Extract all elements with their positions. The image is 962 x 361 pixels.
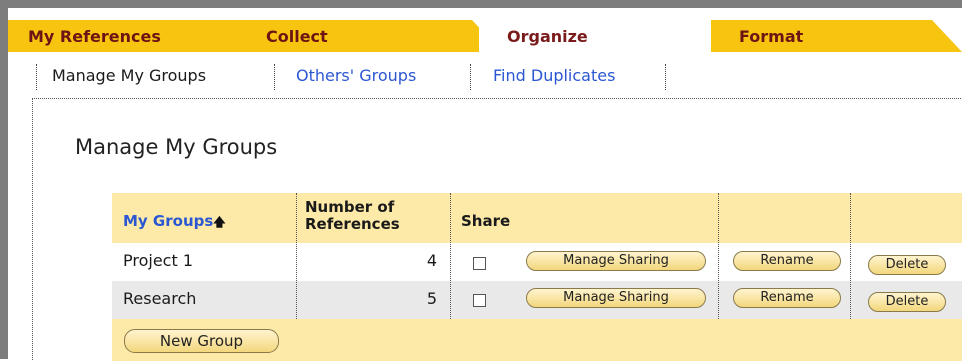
- page-title: Manage My Groups: [75, 135, 278, 159]
- my-groups-header-label: My Groups: [123, 212, 214, 230]
- window-frame-top: [0, 0, 962, 8]
- rename-button[interactable]: Rename: [733, 288, 841, 308]
- tab-organize[interactable]: Organize: [479, 20, 711, 52]
- share-checkbox[interactable]: [473, 257, 486, 270]
- tab-format-label: Format: [739, 27, 804, 46]
- number-of-references-header: Number of References: [305, 198, 400, 233]
- subnav-divider: [36, 64, 37, 90]
- sub-navigation: Manage My Groups Others' Groups Find Dup…: [0, 54, 962, 98]
- tab-organize-label: Organize: [507, 27, 588, 46]
- delete-button[interactable]: Delete: [868, 255, 946, 275]
- main-tab-bar: My References Collect Organize Format: [8, 8, 962, 52]
- group-name-cell: Project 1: [123, 251, 194, 270]
- tab-collect-label: Collect: [266, 27, 328, 46]
- arrow-up-icon: 🡅: [213, 215, 226, 229]
- content-panel: Manage My Groups My Groups🡅 Number of Re…: [32, 98, 962, 361]
- reference-count-cell: 4: [426, 251, 437, 270]
- reference-count-cell: 5: [426, 289, 437, 308]
- delete-button[interactable]: Delete: [868, 292, 946, 312]
- group-name-cell: Research: [123, 289, 197, 308]
- column-divider: [850, 193, 851, 319]
- column-divider: [450, 193, 451, 319]
- share-header: Share: [461, 212, 511, 230]
- subnav-others-groups[interactable]: Others' Groups: [286, 62, 426, 90]
- subnav-divider: [274, 64, 275, 90]
- share-checkbox[interactable]: [473, 294, 486, 307]
- subnav-divider: [470, 64, 471, 90]
- tab-my-references[interactable]: My References: [8, 20, 270, 52]
- manage-sharing-button[interactable]: Manage Sharing: [526, 251, 706, 271]
- new-group-button[interactable]: New Group: [124, 329, 279, 353]
- tab-format[interactable]: Format: [711, 20, 962, 52]
- subnav-find-duplicates[interactable]: Find Duplicates: [483, 62, 625, 90]
- sort-my-groups-header[interactable]: My Groups🡅: [123, 213, 226, 231]
- rename-button[interactable]: Rename: [733, 251, 841, 271]
- manage-sharing-button[interactable]: Manage Sharing: [526, 288, 706, 308]
- tab-my-references-label: My References: [28, 27, 161, 46]
- groups-table: My Groups🡅 Number of References Share Pr…: [112, 193, 962, 361]
- subnav-divider: [665, 64, 666, 90]
- subnav-manage-my-groups: Manage My Groups: [52, 66, 207, 85]
- tab-collect[interactable]: Collect: [240, 20, 502, 52]
- column-divider: [718, 193, 719, 319]
